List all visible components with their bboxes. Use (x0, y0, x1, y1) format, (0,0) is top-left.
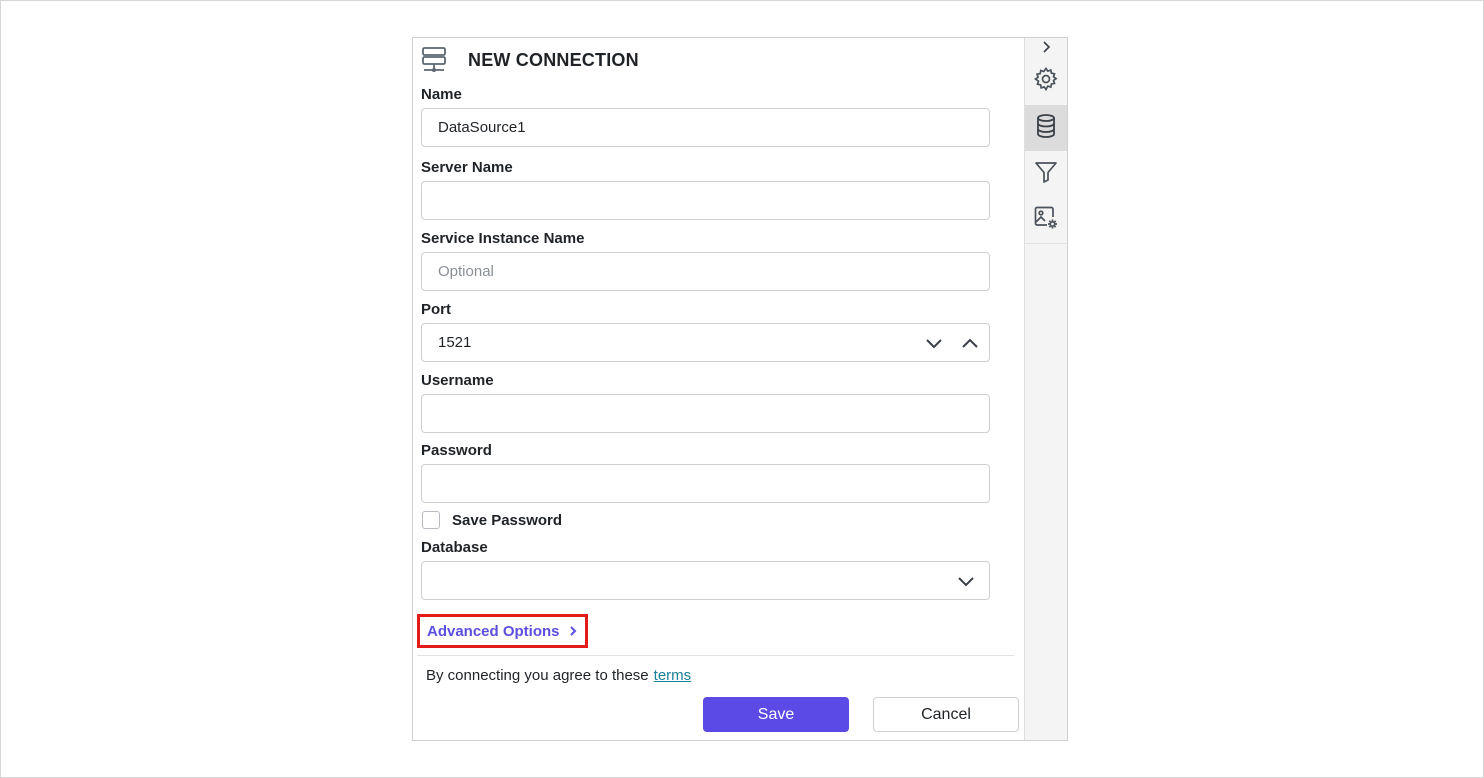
save-password-checkbox[interactable] (422, 511, 440, 529)
port-numeric-field[interactable] (421, 323, 990, 362)
chevron-up-icon[interactable] (959, 332, 981, 354)
panel-header: NEW CONNECTION (421, 46, 639, 74)
database-input[interactable] (422, 562, 989, 599)
server-icon (421, 46, 455, 74)
footer-divider (417, 655, 1014, 656)
chevron-right-icon (568, 625, 578, 637)
password-field[interactable] (421, 464, 990, 503)
service-instance-name-label: Service Instance Name (421, 230, 585, 247)
advanced-options-label: Advanced Options (427, 622, 560, 640)
service-instance-name-input[interactable] (422, 253, 989, 290)
terms-notice: By connecting you agree to these terms (426, 667, 691, 684)
port-input[interactable] (422, 324, 989, 361)
new-connection-panel: NEW CONNECTION Name Server Name Service … (412, 37, 1068, 741)
server-name-input[interactable] (422, 182, 989, 219)
sidebar-divider (1025, 243, 1067, 244)
chevron-down-icon[interactable] (955, 570, 977, 592)
sidebar-item-filter[interactable] (1025, 151, 1067, 197)
chevron-down-icon[interactable] (923, 332, 945, 354)
name-input[interactable] (422, 109, 989, 146)
port-spinner (923, 324, 981, 361)
collapse-panel-button[interactable] (1025, 38, 1067, 60)
password-input[interactable] (422, 465, 989, 502)
cancel-button[interactable]: Cancel (873, 697, 1019, 732)
name-field[interactable] (421, 108, 990, 147)
filter-icon (1034, 160, 1058, 189)
username-input[interactable] (422, 395, 989, 432)
properties-sidebar (1024, 38, 1067, 740)
port-label: Port (421, 301, 451, 318)
terms-link[interactable]: terms (654, 667, 692, 684)
advanced-options-link[interactable]: Advanced Options (417, 614, 588, 648)
username-label: Username (421, 372, 494, 389)
server-name-label: Server Name (421, 159, 513, 176)
database-dropdown[interactable] (421, 561, 990, 600)
database-icon (1034, 113, 1058, 144)
terms-text: By connecting you agree to these (426, 667, 649, 684)
sidebar-item-data-source[interactable] (1025, 105, 1067, 151)
sidebar-item-settings[interactable] (1025, 58, 1067, 104)
save-button[interactable]: Save (703, 697, 849, 732)
username-field[interactable] (421, 394, 990, 433)
save-password-row[interactable]: Save Password (422, 511, 562, 529)
database-label: Database (421, 539, 488, 556)
service-instance-name-field[interactable] (421, 252, 990, 291)
image-settings-icon (1033, 205, 1059, 236)
panel-title: NEW CONNECTION (468, 49, 639, 70)
name-label: Name (421, 86, 462, 103)
server-name-field[interactable] (421, 181, 990, 220)
sidebar-item-image-settings[interactable] (1025, 197, 1067, 243)
save-password-label: Save Password (452, 511, 563, 529)
gear-icon (1033, 66, 1059, 97)
connection-form: NEW CONNECTION Name Server Name Service … (413, 38, 1024, 740)
password-label: Password (421, 442, 492, 459)
chevron-right-icon (1041, 40, 1051, 59)
